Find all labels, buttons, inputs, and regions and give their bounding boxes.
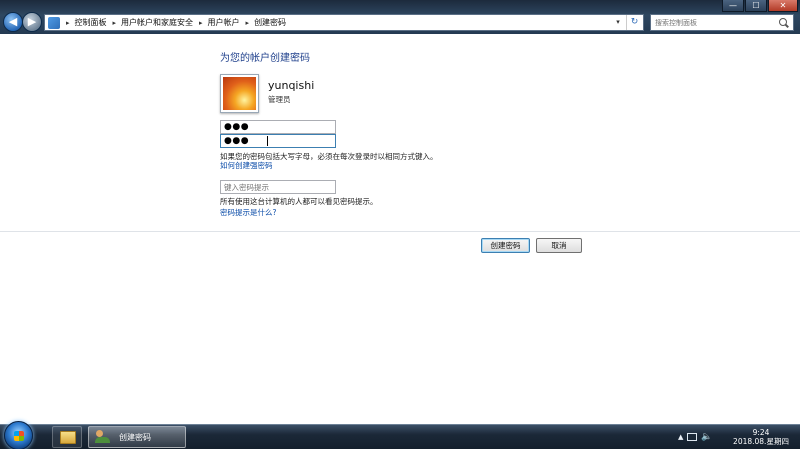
minimize-button[interactable]: — [722, 0, 744, 12]
breadcrumb-create-password[interactable]: 创建密码 [254, 17, 286, 28]
refresh-icon[interactable]: ↻ [626, 15, 642, 30]
divider [0, 231, 800, 232]
confirm-password-field[interactable]: ●●● [220, 134, 336, 148]
breadcrumb-user-accounts[interactable]: 用户帐户 [208, 17, 240, 28]
back-button[interactable]: ◀ [3, 12, 23, 32]
avatar [220, 74, 259, 113]
forward-button[interactable]: ▶ [22, 12, 42, 32]
hint-visibility-warning: 所有使用这台计算机的人都可以看见密码提示。 [220, 197, 378, 206]
breadcrumb-separator-icon[interactable]: ▸ [246, 19, 250, 27]
control-panel-icon [48, 16, 60, 29]
main-content: 为您的帐户创建密码 yunqishi 管理员 ●●● ●●● 如果您的密码包括大… [0, 34, 800, 424]
breadcrumb-separator-icon[interactable]: ▸ [199, 19, 203, 27]
maximize-button[interactable]: ☐ [745, 0, 767, 12]
breadcrumb-separator-icon[interactable]: ▸ [113, 19, 117, 27]
close-button[interactable]: ✕ [768, 0, 798, 12]
users-icon [95, 430, 111, 444]
breadcrumb-control-panel[interactable]: 控制面板 [75, 17, 107, 28]
password-hint-field[interactable] [220, 180, 336, 194]
start-button[interactable] [4, 421, 33, 449]
taskbar-active-window[interactable]: 创建密码 [88, 426, 186, 448]
clock-date: 2018.08.星期四 [733, 437, 789, 446]
window-controls: — ☐ ✕ [722, 0, 798, 12]
system-tray: ▲ 🔈 [678, 425, 713, 449]
strong-password-link[interactable]: 如何创建强密码 [220, 160, 273, 171]
create-password-button[interactable]: 创建密码 [481, 238, 530, 253]
taskbar: 创建密码 ▲ 🔈 9:24 2018.08.星期四 [0, 421, 800, 449]
taskbar-window-label: 创建密码 [119, 432, 151, 442]
address-bar[interactable]: ▸ 控制面板 ▸ 用户帐户和家庭安全 ▸ 用户帐户 ▸ 创建密码 ▾ ↻ [44, 14, 644, 31]
username: yunqishi [268, 79, 315, 92]
page-title: 为您的帐户创建密码 [220, 53, 310, 64]
cancel-button[interactable]: 取消 [536, 238, 582, 253]
clock[interactable]: 9:24 2018.08.星期四 [728, 428, 794, 446]
search-input[interactable] [655, 15, 779, 30]
search-icon[interactable] [779, 17, 789, 28]
show-hidden-icons-icon[interactable]: ▲ [678, 433, 683, 441]
new-password-field[interactable]: ●●● [220, 120, 336, 134]
clock-time: 9:24 [752, 428, 770, 437]
text-cursor-icon [266, 136, 270, 146]
taskbar-explorer-button[interactable] [52, 426, 82, 448]
folder-icon [60, 431, 76, 444]
search-box[interactable] [650, 14, 794, 31]
account-role: 管理员 [268, 95, 291, 104]
flower-picture-icon [223, 77, 256, 110]
breadcrumb-user-accounts-family-safety[interactable]: 用户帐户和家庭安全 [121, 17, 193, 28]
volume-icon[interactable]: 🔈 [701, 432, 712, 442]
breadcrumb-separator-icon[interactable]: ▸ [66, 19, 70, 27]
what-is-hint-link[interactable]: 密码提示是什么? [220, 207, 276, 218]
network-icon[interactable] [687, 433, 698, 441]
window-title-bar: — ☐ ✕ ◀ ▶ ▸ 控制面板 ▸ 用户帐户和家庭安全 ▸ 用户帐户 ▸ 创建… [0, 0, 800, 34]
address-dropdown-icon[interactable]: ▾ [612, 15, 624, 30]
